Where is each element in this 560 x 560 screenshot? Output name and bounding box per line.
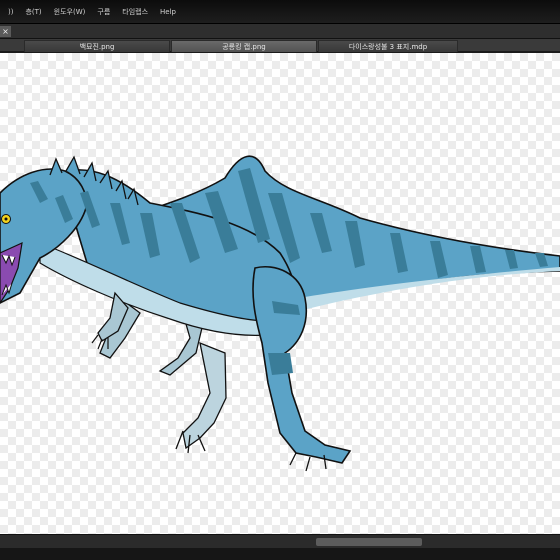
close-icon[interactable]: × [0,26,11,37]
menu-bar: )) 층(T) 윈도우(W) 구름 타임랩스 Help [0,0,560,24]
doc-tab-3[interactable]: 다이스랑성불 3 표지.mdp [318,40,458,52]
menu-item-cloud[interactable]: 구름 [91,0,116,24]
doc-tab-1[interactable]: 백묘진.png [24,40,170,52]
drawing-canvas[interactable] [0,53,560,534]
menu-item-layer[interactable]: 층(T) [19,0,47,24]
menu-item-window[interactable]: 윈도우(W) [48,0,92,24]
menu-item-help[interactable]: Help [154,0,182,24]
status-bar [0,548,560,560]
document-tab-bar: 백묘진.png 공룡킹 캡.png 다이스랑성불 3 표지.mdp [0,39,560,52]
tool-tab-row: × [0,24,560,39]
dinosaur-illustration [0,155,560,472]
menu-item-timelapse[interactable]: 타임랩스 [116,0,154,24]
doc-tab-label: 공룡킹 캡.png [222,43,266,51]
doc-tab-label: 다이스랑성불 3 표지.mdp [348,43,428,51]
doc-tab-label: 백묘진.png [79,43,115,51]
scrollbar-thumb[interactable] [316,538,422,546]
horizontal-scrollbar[interactable] [0,534,560,548]
menu-item-prev[interactable]: )) [2,0,19,24]
doc-tab-2[interactable]: 공룡킹 캡.png [171,40,317,52]
